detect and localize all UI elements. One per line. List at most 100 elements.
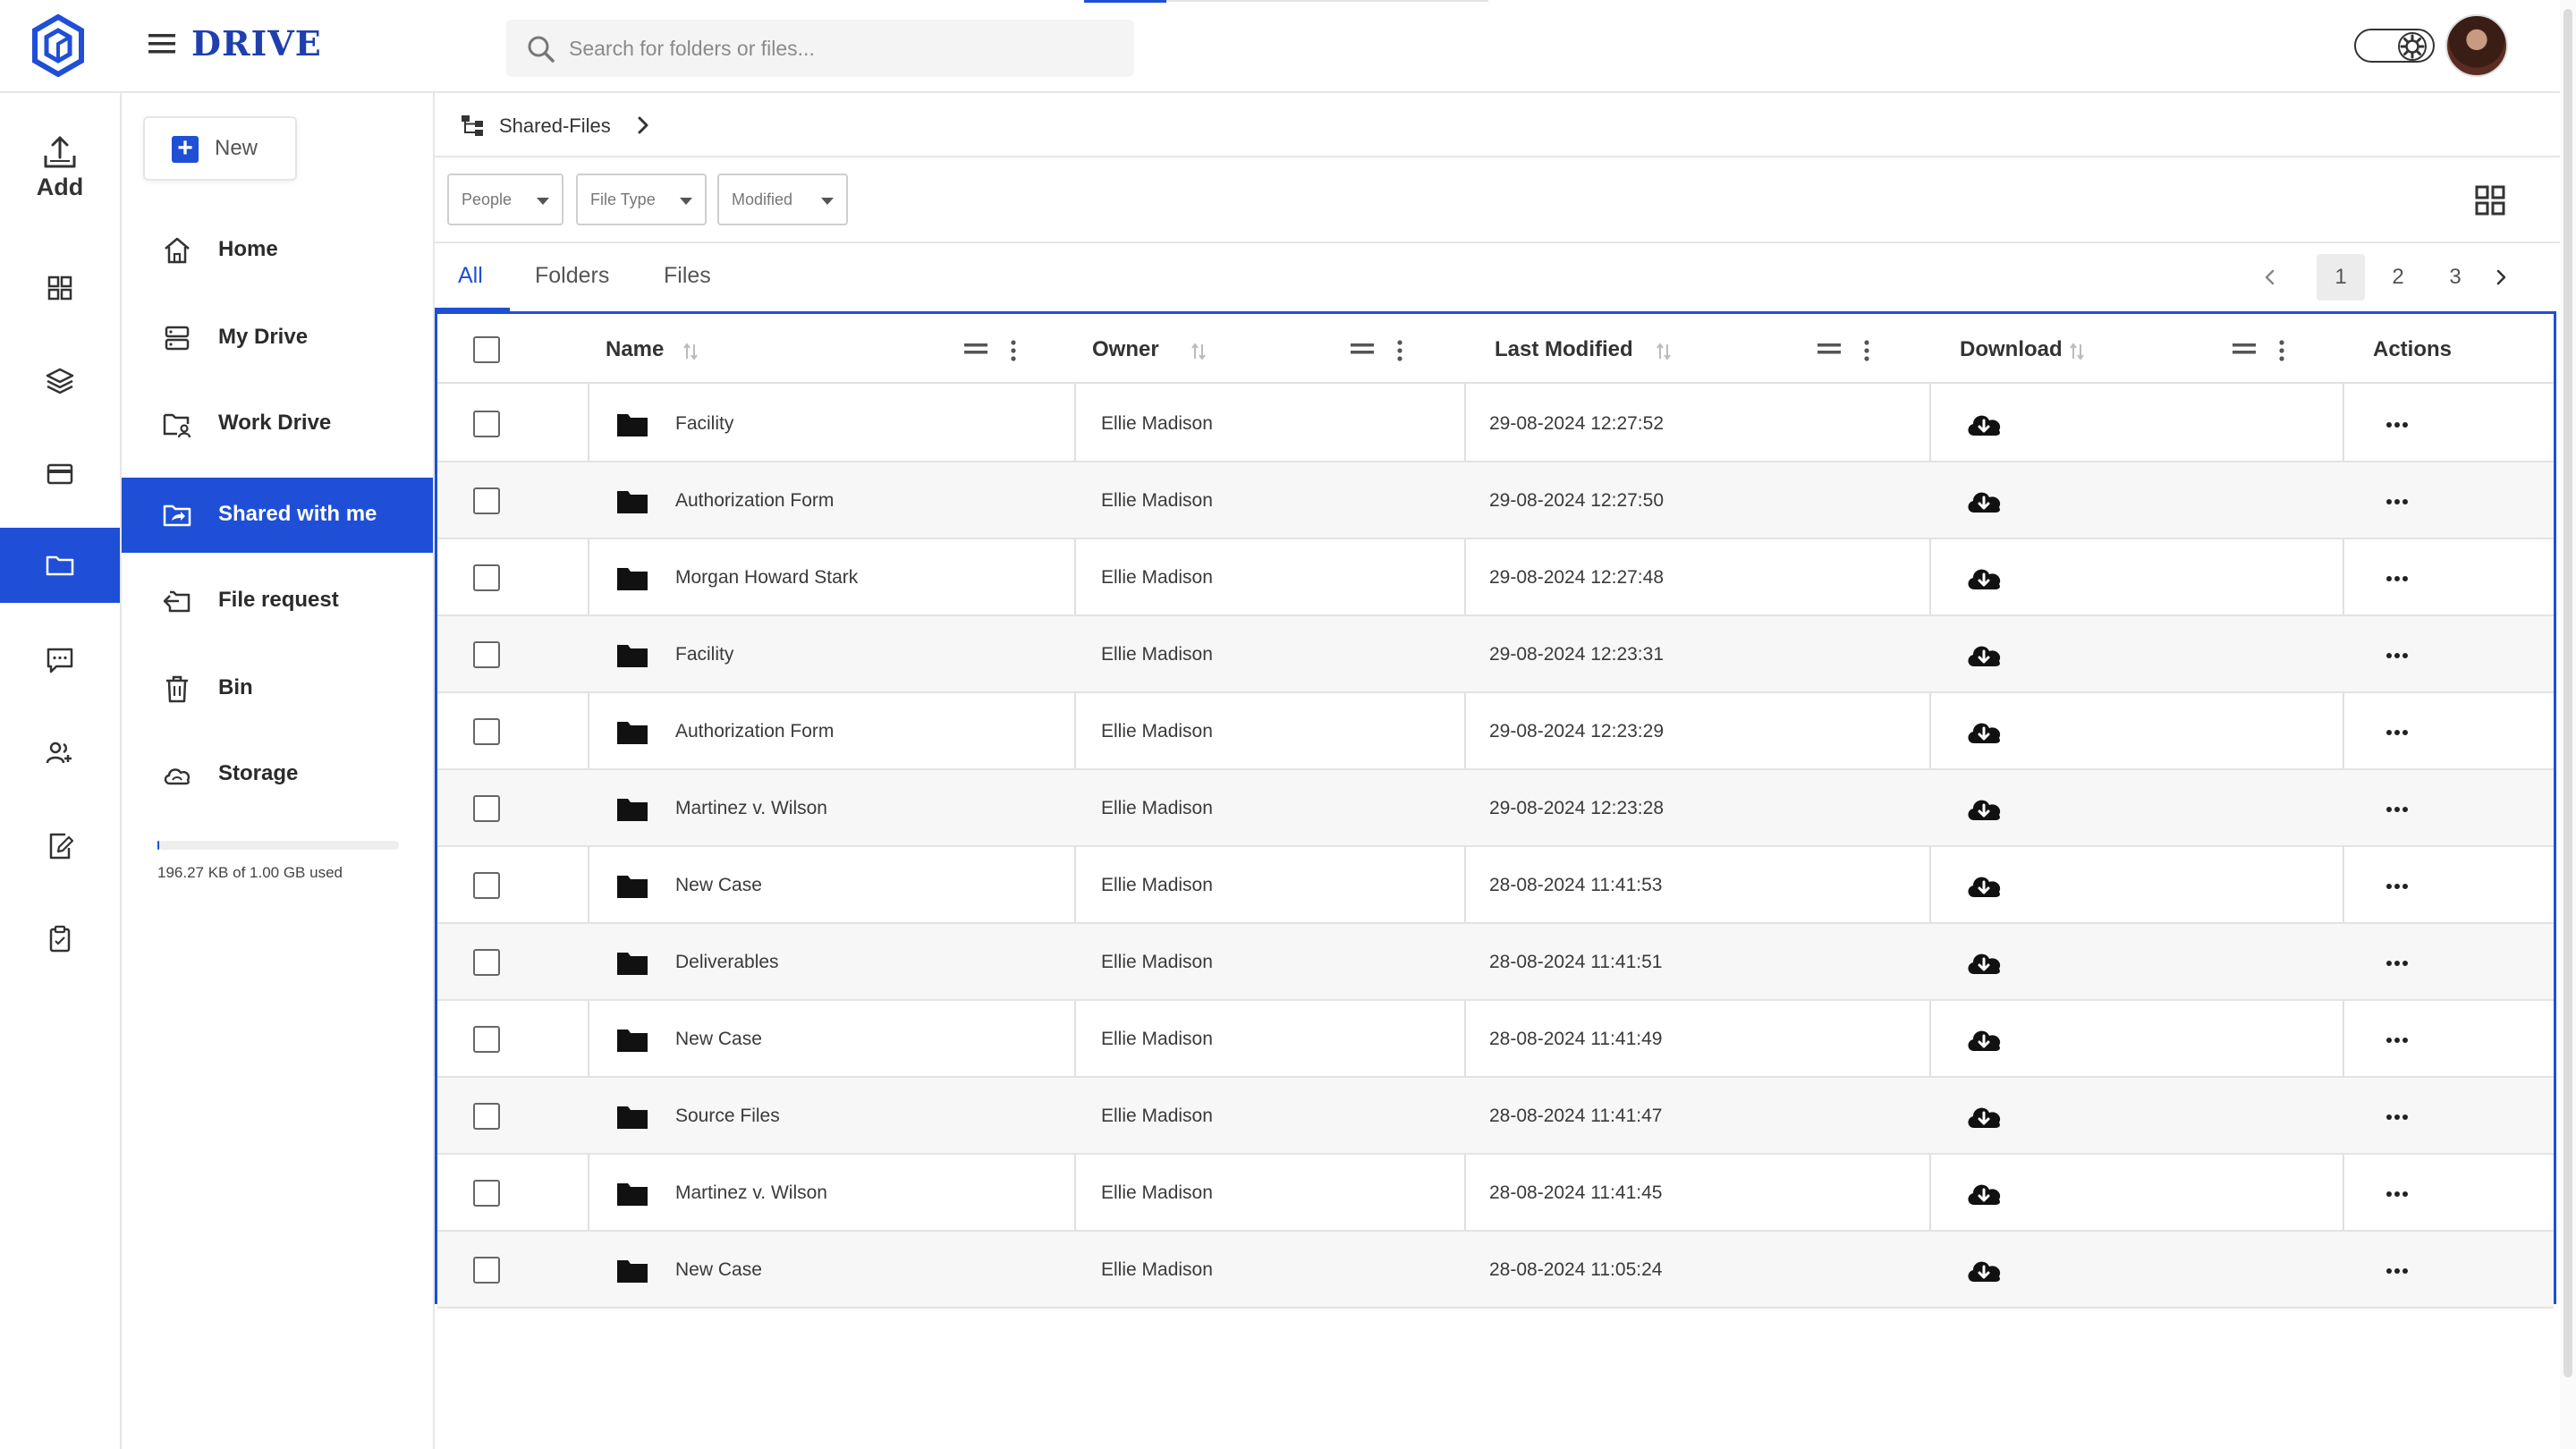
file-name[interactable]: Authorization Form: [675, 490, 834, 512]
grid-view-icon[interactable]: [2474, 184, 2506, 216]
row-checkbox[interactable]: [473, 795, 500, 822]
row-checkbox[interactable]: [473, 949, 500, 976]
more-actions-icon[interactable]: [2385, 960, 2409, 967]
more-actions-icon[interactable]: [2385, 421, 2409, 428]
hamburger-menu-icon[interactable]: [147, 30, 177, 57]
column-header-download[interactable]: Download: [1929, 314, 2343, 384]
table-row[interactable]: Martinez v. Wilson Ellie Madison 28-08-202…: [437, 1155, 2554, 1232]
sidebar-item-work-drive[interactable]: Work Drive: [122, 386, 433, 462]
breadcrumb-item[interactable]: Shared-Files: [499, 114, 611, 138]
tab-folders[interactable]: Folders: [535, 263, 609, 289]
chevron-right-icon[interactable]: [633, 114, 653, 136]
column-menu-icon[interactable]: [1863, 339, 1870, 362]
cloud-download-icon[interactable]: [1965, 716, 2003, 747]
more-actions-icon[interactable]: [2385, 498, 2409, 505]
chevron-left-icon[interactable]: [2259, 267, 2281, 288]
cloud-download-icon[interactable]: [1965, 870, 2003, 901]
page-button-3[interactable]: 3: [2431, 254, 2479, 301]
row-checkbox[interactable]: [473, 1257, 500, 1284]
drag-handle-icon[interactable]: [963, 341, 988, 357]
table-row[interactable]: New Case Ellie Madison 28-08-2024 11:05:24: [437, 1232, 2554, 1309]
row-checkbox[interactable]: [473, 1180, 500, 1207]
table-row[interactable]: Martinez v. Wilson Ellie Madison 29-08-202…: [437, 770, 2554, 847]
rail-clipboard[interactable]: [0, 902, 120, 977]
row-checkbox[interactable]: [473, 718, 500, 745]
file-name[interactable]: Martinez v. Wilson: [675, 798, 827, 819]
table-row[interactable]: Facility Ellie Madison 29-08-2024 12:27:52: [437, 386, 2554, 462]
tab-files[interactable]: Files: [664, 263, 711, 289]
chevron-right-icon[interactable]: [2490, 267, 2512, 288]
app-logo-icon[interactable]: [30, 14, 86, 77]
sort-icon[interactable]: [1191, 341, 1207, 362]
more-actions-icon[interactable]: [2385, 729, 2409, 736]
file-type-filter-dropdown[interactable]: File Type: [576, 174, 707, 225]
sidebar-item-storage[interactable]: Storage: [122, 737, 433, 812]
rail-add-button[interactable]: Add: [0, 134, 120, 215]
more-actions-icon[interactable]: [2385, 806, 2409, 813]
table-row[interactable]: New Case Ellie Madison 28-08-2024 11:41:53: [437, 847, 2554, 924]
more-actions-icon[interactable]: [2385, 1191, 2409, 1198]
file-name[interactable]: Martinez v. Wilson: [675, 1182, 827, 1204]
modified-filter-dropdown[interactable]: Modified: [717, 174, 848, 225]
avatar[interactable]: [2445, 14, 2508, 77]
column-menu-icon[interactable]: [1396, 339, 1403, 362]
sort-icon[interactable]: [2069, 341, 2085, 362]
more-actions-icon[interactable]: [2385, 1114, 2409, 1121]
file-name[interactable]: Authorization Form: [675, 721, 834, 742]
file-name[interactable]: Facility: [675, 413, 733, 435]
cloud-download-icon[interactable]: [1965, 793, 2003, 824]
sort-icon[interactable]: [682, 341, 699, 362]
table-row[interactable]: Morgan Howard Stark Ellie Madison 29-08-20…: [437, 539, 2554, 616]
cloud-download-icon[interactable]: [1965, 947, 2003, 978]
file-name[interactable]: Source Files: [675, 1106, 780, 1127]
row-checkbox[interactable]: [473, 411, 500, 437]
sort-icon[interactable]: [1656, 341, 1672, 362]
file-name[interactable]: Facility: [675, 644, 733, 665]
page-button-1[interactable]: 1: [2317, 254, 2365, 301]
rail-dashboard[interactable]: [0, 250, 120, 326]
more-actions-icon[interactable]: [2385, 883, 2409, 890]
more-actions-icon[interactable]: [2385, 652, 2409, 659]
table-row[interactable]: Deliverables Ellie Madison 28-08-2024 11:4…: [437, 924, 2554, 1001]
table-row[interactable]: Authorization Form Ellie Madison 29-08-202…: [437, 693, 2554, 770]
sidebar-item-bin[interactable]: Bin: [122, 651, 433, 726]
table-row[interactable]: Facility Ellie Madison 29-08-2024 12:23:31: [437, 616, 2554, 693]
row-checkbox[interactable]: [473, 1103, 500, 1130]
cloud-download-icon[interactable]: [1965, 486, 2003, 516]
table-row[interactable]: Authorization Form Ellie Madison 29-08-202…: [437, 462, 2554, 539]
row-checkbox[interactable]: [473, 1026, 500, 1053]
column-header-owner[interactable]: Owner: [1074, 314, 1464, 384]
column-header-last-modified[interactable]: Last Modified: [1464, 314, 1929, 384]
cloud-download-icon[interactable]: [1965, 640, 2003, 670]
cloud-download-icon[interactable]: [1965, 409, 2003, 439]
scrollbar-thumb[interactable]: [2563, 9, 2572, 1377]
column-header-name[interactable]: Name: [588, 314, 1074, 384]
row-checkbox[interactable]: [473, 487, 500, 514]
more-actions-icon[interactable]: [2385, 1267, 2409, 1275]
column-menu-icon[interactable]: [2278, 339, 2285, 362]
search-box[interactable]: [506, 20, 1134, 77]
file-name[interactable]: Morgan Howard Stark: [675, 567, 858, 589]
rail-messages[interactable]: [0, 623, 120, 698]
file-name[interactable]: New Case: [675, 1259, 762, 1281]
cloud-download-icon[interactable]: [1965, 1024, 2003, 1055]
rail-edit[interactable]: [0, 809, 120, 884]
sidebar-item-file-request[interactable]: File request: [122, 564, 433, 639]
file-name[interactable]: New Case: [675, 1029, 762, 1050]
cloud-download-icon[interactable]: [1965, 1178, 2003, 1208]
row-checkbox[interactable]: [473, 641, 500, 668]
tab-all[interactable]: All: [458, 263, 483, 289]
drag-handle-icon[interactable]: [1350, 341, 1375, 357]
rail-users[interactable]: [0, 716, 120, 791]
file-name[interactable]: Deliverables: [675, 952, 779, 973]
theme-toggle[interactable]: [2354, 29, 2435, 63]
sidebar-item-shared-with-me[interactable]: Shared with me: [122, 478, 433, 553]
people-filter-dropdown[interactable]: People: [447, 174, 564, 225]
drag-handle-icon[interactable]: [1817, 341, 1842, 357]
sidebar-item-my-drive[interactable]: My Drive: [122, 301, 433, 376]
column-menu-icon[interactable]: [1010, 339, 1017, 362]
cloud-download-icon[interactable]: [1965, 1255, 2003, 1285]
more-actions-icon[interactable]: [2385, 1037, 2409, 1044]
rail-layers[interactable]: [0, 343, 120, 419]
table-row[interactable]: New Case Ellie Madison 28-08-2024 11:41:49: [437, 1001, 2554, 1078]
